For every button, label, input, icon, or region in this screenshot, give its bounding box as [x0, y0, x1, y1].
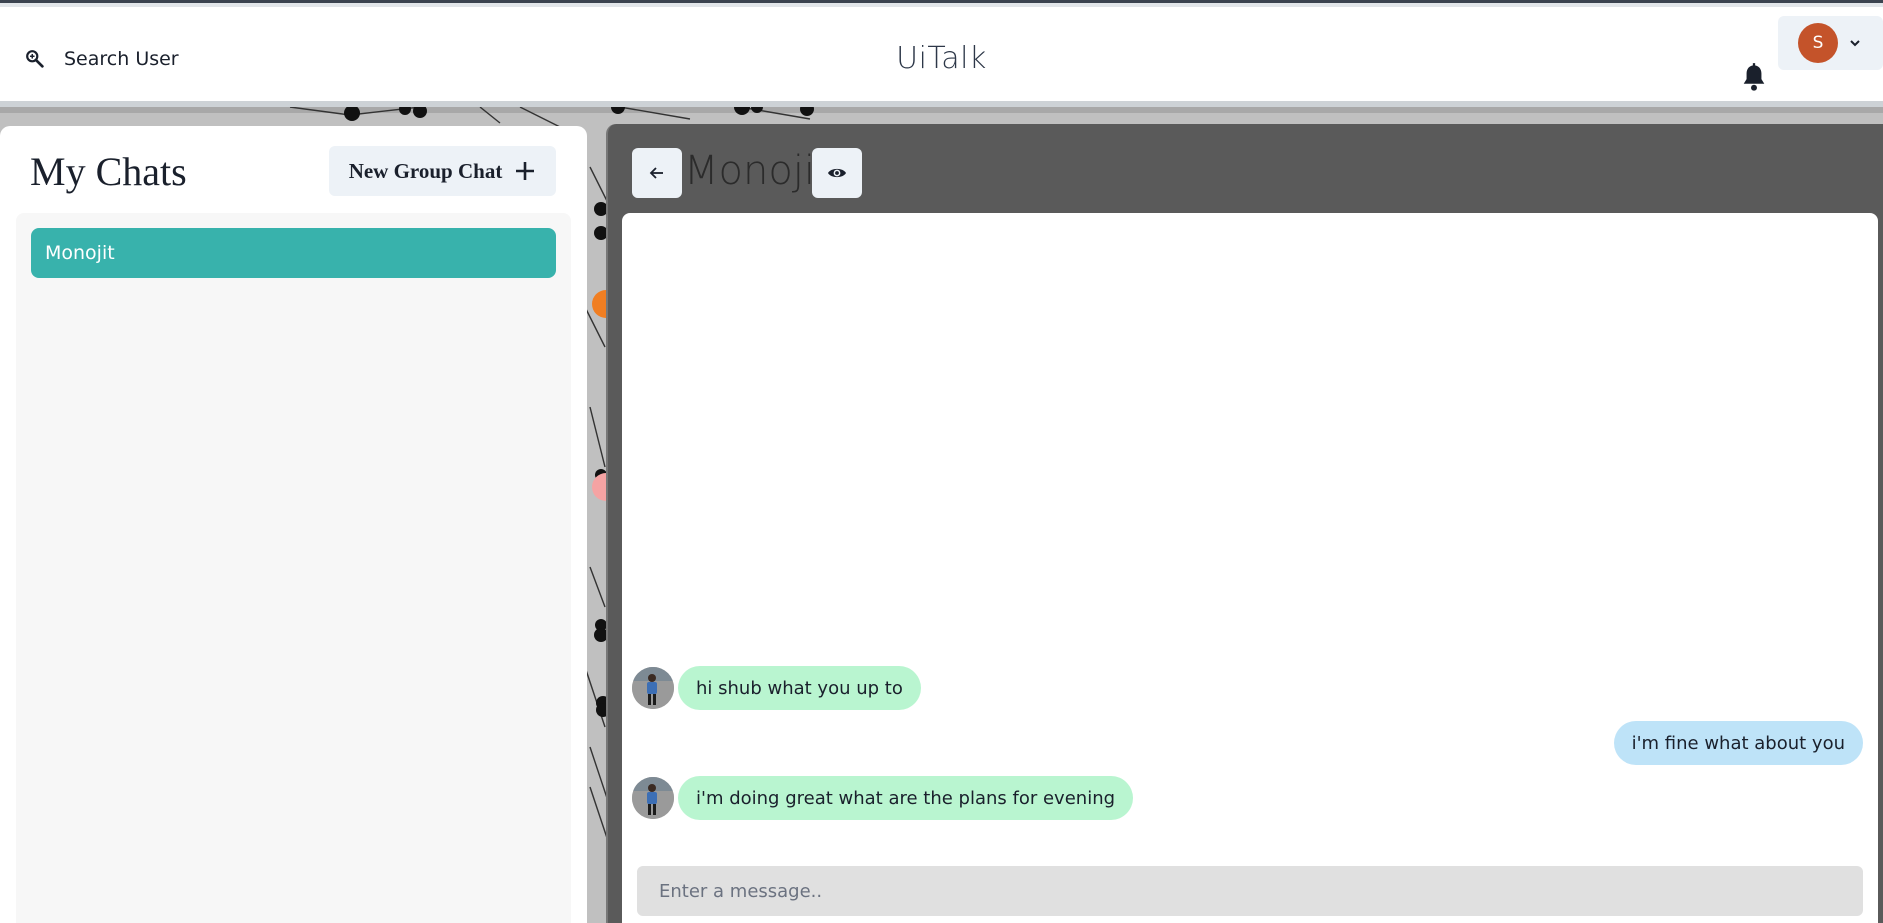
profile-menu-button[interactable]: S [1778, 16, 1883, 70]
sent-message-bubble: i'm fine what about you [1613, 721, 1863, 765]
messages-box: hi shub what you up to i'm fine what abo… [622, 213, 1878, 923]
chat-list-item[interactable]: Monojit [31, 228, 556, 278]
browser-top-strip [0, 0, 1883, 7]
message-row: i'm fine what about you [1613, 721, 1863, 765]
chat-panel: Monojit hi shub what you up to i'm fine … [606, 124, 1883, 923]
bell-icon[interactable] [1740, 62, 1768, 94]
search-user-label: Search User [64, 48, 179, 70]
eye-icon [828, 168, 846, 178]
chevron-down-icon [1850, 40, 1860, 47]
received-message-bubble: hi shub what you up to [678, 666, 921, 710]
sender-avatar[interactable] [632, 667, 674, 709]
message-input[interactable] [637, 866, 1863, 916]
my-chats-title: My Chats [30, 149, 187, 194]
plus-icon [516, 162, 535, 180]
arrow-left-icon [649, 167, 663, 179]
app-brand-title: UiTalk [896, 41, 987, 76]
message-row: hi shub what you up to [632, 666, 921, 710]
new-group-chat-label: New Group Chat [348, 158, 503, 183]
received-message-bubble: i'm doing great what are the plans for e… [678, 776, 1134, 820]
message-row: i'm doing great what are the plans for e… [632, 776, 1134, 820]
avatar: S [1798, 23, 1838, 63]
back-button[interactable] [632, 148, 682, 198]
my-chats-sidebar: My Chats New Group Chat Monojit [0, 126, 587, 923]
new-group-chat-button[interactable]: New Group Chat [329, 146, 556, 196]
view-profile-button[interactable] [812, 148, 862, 198]
search-icon [26, 50, 44, 68]
app-header: Search User UiTalk S [0, 7, 1883, 107]
sender-avatar[interactable] [632, 777, 674, 819]
chat-list: Monojit [16, 213, 571, 923]
chat-recipient-name: Monojit [684, 148, 831, 194]
search-user-button[interactable]: Search User [14, 37, 184, 81]
